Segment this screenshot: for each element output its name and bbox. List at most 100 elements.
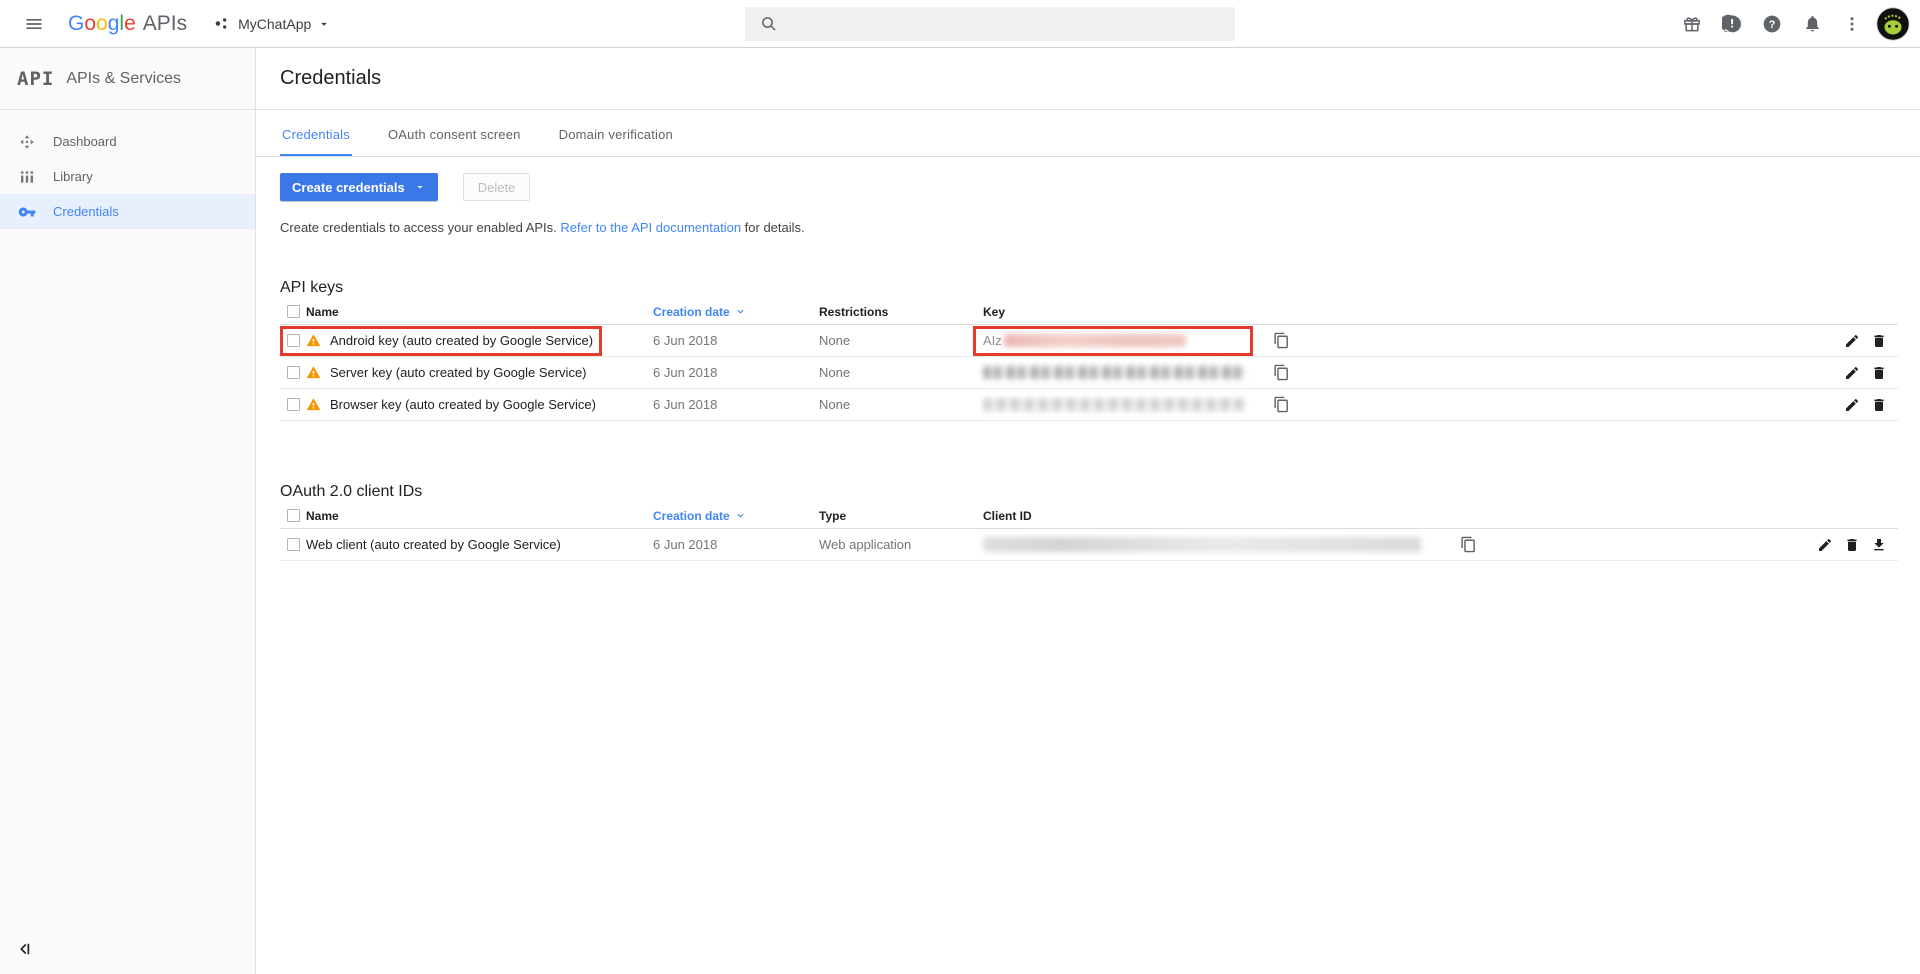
project-selector[interactable]: MyChatApp	[213, 15, 331, 32]
page-header: Credentials	[256, 48, 1920, 110]
column-header-creation-date[interactable]: Creation date	[653, 509, 819, 523]
gift-icon[interactable]	[1672, 4, 1712, 44]
key-icon	[18, 203, 36, 221]
sidebar-item-library[interactable]: Library	[0, 159, 255, 194]
account-avatar[interactable]	[1876, 7, 1910, 41]
logo-suffix: APIs	[143, 12, 187, 36]
toolbar: Create credentials Delete	[280, 173, 1898, 201]
edit-pencil-icon[interactable]	[1838, 329, 1865, 353]
sidebar-item-credentials[interactable]: Credentials	[0, 194, 255, 229]
chevron-down-icon	[414, 181, 426, 193]
api-key-name-link[interactable]: Server key (auto created by Google Servi…	[330, 365, 587, 380]
api-key-value-prefix: AIz	[983, 333, 1002, 348]
sidebar-nav: Dashboard Library Credentials	[0, 110, 255, 229]
copy-icon[interactable]	[1260, 329, 1290, 353]
warning-icon	[306, 397, 321, 412]
chevron-down-icon	[317, 17, 331, 31]
copy-icon[interactable]	[1260, 361, 1290, 385]
sidebar-item-dashboard[interactable]: Dashboard	[0, 124, 255, 159]
project-name: MyChatApp	[238, 16, 311, 32]
tab-oauth-consent-screen[interactable]: OAuth consent screen	[386, 127, 523, 156]
tab-credentials[interactable]: Credentials	[280, 127, 352, 156]
api-keys-table: Name Creation date Restrictions Key	[280, 299, 1898, 421]
column-header-creation-date[interactable]: Creation date	[653, 305, 819, 319]
delete-trash-icon[interactable]	[1838, 533, 1865, 557]
sidebar-item-label: Credentials	[53, 204, 119, 219]
google-apis-logo[interactable]: Google APIs	[68, 12, 187, 36]
edit-pencil-icon[interactable]	[1838, 361, 1865, 385]
column-header-key: Key	[983, 305, 1258, 319]
select-all-checkbox[interactable]	[287, 509, 300, 522]
oauth-clients-section-title: OAuth 2.0 client IDs	[280, 483, 1898, 501]
sidebar-header: API APIs & Services	[0, 48, 255, 110]
logo-letter: g	[108, 12, 120, 36]
column-header-client-id: Client ID	[983, 509, 1432, 523]
row-checkbox[interactable]	[287, 538, 300, 551]
page-description: Create credentials to access your enable…	[280, 220, 1898, 235]
search-bar[interactable]	[745, 7, 1235, 41]
delete-trash-icon[interactable]	[1865, 361, 1892, 385]
library-icon	[18, 168, 36, 186]
oauth-client-row-web: Web client (auto created by Google Servi…	[280, 529, 1898, 561]
redacted-client-id-value	[983, 537, 1421, 552]
api-key-name-link[interactable]: Android key (auto created by Google Serv…	[330, 333, 593, 348]
tab-domain-verification[interactable]: Domain verification	[557, 127, 675, 156]
sidebar: API APIs & Services Dashboard	[0, 48, 256, 974]
api-key-creation-date: 6 Jun 2018	[653, 397, 819, 412]
copy-icon[interactable]	[1447, 533, 1477, 557]
oauth-client-type: Web application	[819, 537, 983, 552]
svg-text:?: ?	[1769, 18, 1776, 30]
tab-bar: Credentials OAuth consent screen Domain …	[256, 110, 1920, 157]
oauth-client-name-link[interactable]: Web client (auto created by Google Servi…	[306, 537, 561, 552]
redacted-api-key-value	[983, 366, 1245, 379]
api-keys-table-header: Name Creation date Restrictions Key	[280, 299, 1898, 325]
logo-letter: o	[84, 12, 96, 36]
row-checkbox[interactable]	[287, 366, 300, 379]
logo-letter: e	[124, 12, 136, 36]
oauth-clients-table: Name Creation date Type Client ID Web cl…	[280, 503, 1898, 561]
sort-descending-icon	[735, 510, 746, 521]
api-key-creation-date: 6 Jun 2018	[653, 365, 819, 380]
api-key-name-link[interactable]: Browser key (auto created by Google Serv…	[330, 397, 596, 412]
column-header-type: Type	[819, 509, 983, 523]
edit-pencil-icon[interactable]	[1811, 533, 1838, 557]
api-key-restrictions: None	[819, 397, 983, 412]
download-icon[interactable]	[1865, 533, 1892, 557]
warning-icon	[306, 333, 321, 348]
api-key-row-browser: Browser key (auto created by Google Serv…	[280, 389, 1898, 421]
delete-trash-icon[interactable]	[1865, 329, 1892, 353]
topbar-actions: ?	[1672, 4, 1910, 44]
redacted-api-key-value	[983, 398, 1245, 411]
api-key-row-server: Server key (auto created by Google Servi…	[280, 357, 1898, 389]
sort-descending-icon	[735, 306, 746, 317]
redacted-api-key-value	[1004, 334, 1186, 347]
notifications-bell-icon[interactable]	[1792, 4, 1832, 44]
api-key-restrictions: None	[819, 333, 983, 348]
more-vert-icon[interactable]	[1832, 4, 1872, 44]
top-app-bar: Google APIs MyChatApp	[0, 0, 1920, 48]
collapse-sidebar-icon[interactable]	[16, 940, 38, 962]
main-content: Credentials Credentials OAuth consent sc…	[256, 48, 1920, 974]
delete-trash-icon[interactable]	[1865, 393, 1892, 417]
api-documentation-link[interactable]: Refer to the API documentation	[560, 220, 741, 235]
search-input[interactable]	[790, 16, 1210, 32]
help-icon[interactable]: ?	[1752, 4, 1792, 44]
dashboard-icon	[18, 133, 36, 151]
select-all-checkbox[interactable]	[287, 305, 300, 318]
feedback-icon[interactable]	[1712, 4, 1752, 44]
api-key-creation-date: 6 Jun 2018	[653, 333, 819, 348]
api-key-row-android: Android key (auto created by Google Serv…	[280, 325, 1898, 357]
api-keys-section-title: API keys	[280, 279, 1898, 297]
row-checkbox[interactable]	[287, 334, 300, 347]
hamburger-menu-icon[interactable]	[22, 12, 46, 36]
search-icon	[760, 15, 778, 33]
project-icon	[213, 15, 230, 32]
copy-icon[interactable]	[1260, 393, 1290, 417]
edit-pencil-icon[interactable]	[1838, 393, 1865, 417]
warning-icon	[306, 365, 321, 380]
column-header-restrictions: Restrictions	[819, 305, 983, 319]
sidebar-title: APIs & Services	[66, 70, 181, 88]
row-checkbox[interactable]	[287, 398, 300, 411]
create-credentials-button[interactable]: Create credentials	[280, 173, 438, 201]
api-product-mark: API	[17, 68, 54, 90]
